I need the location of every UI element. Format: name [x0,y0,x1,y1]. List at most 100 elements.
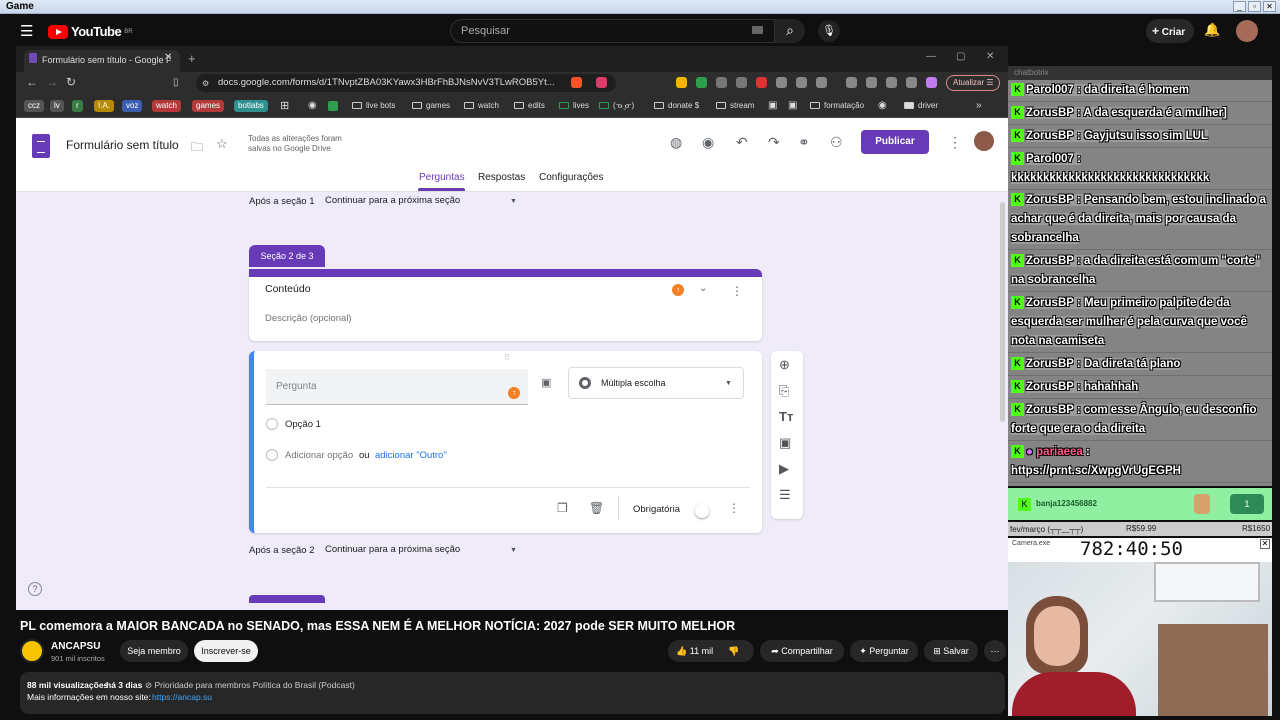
browser-minimize-icon[interactable]: — [926,51,936,62]
profile-icon[interactable] [926,77,937,88]
section-title-input[interactable]: Conteúdo [265,283,311,295]
bell-icon[interactable]: 🔔 [1204,22,1220,38]
collapse-icon[interactable]: ⌄ [699,283,707,294]
tab-respostas[interactable]: Respostas [478,172,525,183]
avatar[interactable] [1236,20,1258,42]
add-image-icon[interactable]: ▣ [779,435,791,451]
bookmark-item[interactable]: games [192,100,225,112]
folder-edits[interactable]: edits [514,100,545,112]
join-button[interactable]: Seja membro [120,640,188,662]
browser-maximize-icon[interactable]: ▢ [956,51,965,62]
site-link[interactable]: https://ancap.su [152,692,212,702]
trash-icon[interactable]: 🗑 [589,501,604,515]
redo-icon[interactable]: ↷ [768,134,780,151]
extension-icon[interactable] [676,77,687,88]
bookmark-driver[interactable]: driver [904,100,938,112]
globe-icon[interactable]: ◉ [308,100,317,112]
link-icon[interactable]: ⚭ [798,134,810,151]
import-questions-icon[interactable]: ⎘ [779,383,789,399]
sidebar-icon[interactable] [846,77,857,88]
voice-search-button[interactable]: 🎙 [818,20,840,42]
bookmark-item[interactable]: I.A. [94,100,115,112]
bookmark-item[interactable]: r [72,100,83,112]
maximize-button[interactable]: ▫ [1248,1,1261,12]
google-forms-icon[interactable] [32,134,50,158]
add-option-link[interactable]: Adicionar opção [285,450,353,461]
save-button[interactable]: ⊞ Salvar [924,640,978,662]
bookmark-item[interactable]: botlabs [234,100,268,112]
undo-icon[interactable]: ↶ [736,134,748,151]
update-button[interactable]: Atualizar ☰ [946,75,1000,91]
more-options-icon[interactable]: ⋮ [948,134,962,151]
after-section-1-select[interactable]: Continuar para a próxima seção ▼ [325,195,521,206]
question-input[interactable]: Pergunta ↑ [266,369,528,405]
question-more-icon[interactable]: ⋮ [728,501,740,515]
extension-icon[interactable] [776,77,787,88]
add-question-icon[interactable]: ⊕ [779,357,790,373]
minimize-button[interactable]: _ [1233,1,1246,12]
scrollbar[interactable] [1000,202,1005,422]
option-1-input[interactable]: Opção 1 [285,419,321,430]
tab-configuracoes[interactable]: Configurações [539,172,603,183]
more-actions-icon[interactable]: ⋯ [984,640,1006,662]
rewards-icon[interactable] [596,77,607,88]
ask-button[interactable]: ✦ Perguntar [850,640,918,662]
share-button[interactable]: ➦ Compartilhar [760,640,844,662]
forward-icon[interactable]: → [46,75,58,89]
folder-icon[interactable]: 🗀 [191,138,203,159]
subscribe-button[interactable]: Inscrever-se [194,640,258,662]
folder-games[interactable]: games [412,100,450,112]
wallet-icon[interactable] [866,77,877,88]
channel-avatar[interactable] [20,639,44,663]
extensions-puzzle-icon[interactable] [796,77,807,88]
create-button[interactable]: + Criar [1146,19,1194,43]
grammarly-icon[interactable]: ↑ [672,284,684,296]
folder-formatacao[interactable]: formatação [810,100,864,112]
close-icon[interactable]: ✕ [1260,539,1270,549]
folder-live-bots[interactable]: live bots [352,100,395,112]
tab-forms[interactable]: Formulário sem título - Google F [24,50,180,72]
back-icon[interactable]: ← [26,75,38,89]
add-other-link[interactable]: adicionar "Outro" [375,450,447,461]
bookmark-icon[interactable]: ▯ [173,77,179,88]
more-bookmarks-icon[interactable]: » [976,100,982,112]
extension-icon[interactable] [816,77,827,88]
chat-link[interactable]: https://prnt.sc/XwpgVrUgEGPH [1011,465,1181,477]
close-button[interactable]: ✕ [1263,1,1276,12]
add-collaborator-icon[interactable]: ⚇ [830,134,843,151]
add-section-icon[interactable]: ☰ [779,487,791,503]
dislike-icon[interactable]: 👎 [728,640,739,662]
bookmark-item[interactable]: lv [50,100,64,112]
folder-stream[interactable]: stream [716,100,754,112]
section-more-icon[interactable]: ⋮ [731,284,743,298]
browser-close-icon[interactable]: ✕ [986,51,994,62]
vpn-icon[interactable] [906,77,917,88]
close-tab-icon[interactable]: ✕ [164,52,172,63]
bookmark-favicon-icon[interactable] [328,101,338,111]
section-description-input[interactable]: Descrição (opcional) [265,313,352,324]
avatar[interactable] [974,131,994,151]
search-button[interactable]: ⌕ [775,19,805,43]
bookmark-item[interactable]: ccz [24,100,44,112]
drag-handle-icon[interactable]: ⠿ [504,353,511,362]
palette-icon[interactable]: ◍ [670,134,682,151]
help-icon[interactable]: ? [28,582,42,596]
youtube-logo[interactable]: YouTube BR [48,24,133,39]
bookmark-favicon-icon[interactable]: ▣ [788,100,797,112]
leo-icon[interactable] [886,77,897,88]
extension-icon[interactable] [696,77,707,88]
after-section-2-select[interactable]: Continuar para a próxima seção ▼ [325,544,521,555]
folder-emoticon[interactable]: (ᓀ ̫ᓂ) [599,100,634,112]
globe-icon[interactable]: ◉ [878,100,887,112]
star-icon[interactable]: ☆ [216,136,228,152]
bookmark-favicon-icon[interactable]: ▣ [768,100,777,112]
folder-watch[interactable]: watch [464,100,499,112]
bookmark-item[interactable]: watch [152,100,181,112]
apps-grid-icon[interactable]: ⊞ [280,100,289,112]
menu-icon[interactable]: ☰ [20,22,33,40]
extension-icon[interactable] [756,77,767,88]
tab-perguntas[interactable]: Perguntas [419,172,465,183]
duplicate-icon[interactable]: ❐ [557,501,568,515]
publish-button[interactable]: Publicar [861,130,929,154]
folder-donate[interactable]: donate $ [654,100,699,112]
